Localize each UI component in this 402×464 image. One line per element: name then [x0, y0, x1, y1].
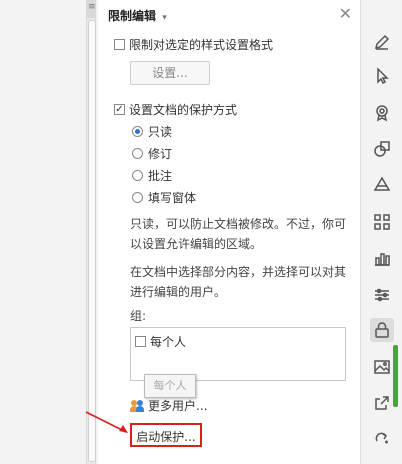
- radio-revision[interactable]: 修订: [132, 145, 172, 162]
- radio-label: 修订: [148, 147, 173, 161]
- image-icon[interactable]: [370, 355, 394, 379]
- left-scrollbar[interactable]: ≡: [86, 0, 96, 464]
- shapes-icon[interactable]: [370, 137, 394, 161]
- group-label: 组:: [130, 309, 147, 323]
- readonly-description: 只读，可以防止文档被修改。不过，你可 以设置允许编辑的区域。: [130, 214, 352, 254]
- format-restrict-option[interactable]: 限制对选定的样式设置格式: [114, 36, 273, 53]
- protect-label: 设置文档的保护方式: [129, 103, 238, 117]
- pen-icon[interactable]: [370, 30, 394, 54]
- badge-icon[interactable]: [370, 101, 394, 125]
- radio-label: 只读: [148, 125, 173, 139]
- scrollbar-thumb[interactable]: [88, 20, 96, 462]
- format-restrict-label: 限制对选定的样式设置格式: [129, 38, 274, 52]
- radio-button[interactable]: [132, 192, 143, 203]
- desc-line: 以设置允许编辑的区域。: [130, 237, 263, 251]
- group-item-label: 每个人: [150, 335, 187, 349]
- panel-title-text: 限制编辑: [108, 9, 157, 23]
- format-restrict-checkbox[interactable]: [114, 39, 125, 50]
- radio-button[interactable]: [132, 126, 143, 137]
- close-icon[interactable]: ✕: [339, 4, 352, 23]
- sliders-icon[interactable]: [370, 283, 394, 307]
- radio-comment[interactable]: 批注: [132, 167, 172, 184]
- lock-icon[interactable]: [370, 318, 394, 342]
- radio-fill-form[interactable]: 填写窗体: [132, 189, 196, 206]
- redo-icon[interactable]: [370, 426, 394, 450]
- panel-title[interactable]: 限制编辑 ▾: [108, 7, 167, 24]
- desc-line: 进行编辑的用户。: [130, 285, 227, 299]
- restrict-editing-panel: 限制编辑 ▾ ✕ 限制对选定的样式设置格式 设置... ✓ 设置文档的保护方式 …: [98, 0, 361, 464]
- radio-readonly[interactable]: 只读: [132, 123, 172, 140]
- radio-label: 填写窗体: [148, 191, 197, 205]
- annotation-arrow: [85, 411, 128, 433]
- grip-icon: ≡: [88, 2, 96, 12]
- group-item-everyone[interactable]: 每个人: [135, 333, 186, 350]
- scrollbar-cap: ≡: [87, 0, 96, 18]
- more-users-label: 更多用户...: [148, 399, 208, 413]
- right-scrollbar-thumb[interactable]: [393, 345, 398, 407]
- tooltip: 每个人: [144, 374, 196, 398]
- chevron-down-icon: ▾: [162, 13, 167, 23]
- users-description: 在文档中选择部分内容，并选择可以对其 进行编辑的用户。: [130, 262, 352, 302]
- everyone-checkbox[interactable]: [135, 336, 146, 347]
- radio-label: 批注: [148, 169, 173, 183]
- radio-button[interactable]: [132, 148, 143, 159]
- group-list[interactable]: 每个人: [130, 327, 346, 381]
- protect-checkbox[interactable]: ✓: [114, 104, 125, 115]
- more-users-link[interactable]: 更多用户...: [130, 397, 207, 414]
- grid-icon[interactable]: [370, 210, 394, 234]
- protect-option[interactable]: ✓ 设置文档的保护方式: [114, 101, 237, 118]
- desc-line: 只读，可以防止文档被修改。不过，你可: [130, 217, 347, 231]
- desc-line: 在文档中选择部分内容，并选择可以对其: [130, 265, 347, 279]
- layers-icon[interactable]: [370, 173, 394, 197]
- document-area: [0, 0, 82, 464]
- share-icon[interactable]: [370, 391, 394, 415]
- bar-chart-icon[interactable]: [370, 246, 394, 270]
- radio-button[interactable]: [132, 170, 143, 181]
- start-protection-button[interactable]: 启动保护...: [130, 423, 202, 447]
- cursor-icon[interactable]: [370, 64, 394, 88]
- settings-button[interactable]: 设置...: [130, 61, 210, 85]
